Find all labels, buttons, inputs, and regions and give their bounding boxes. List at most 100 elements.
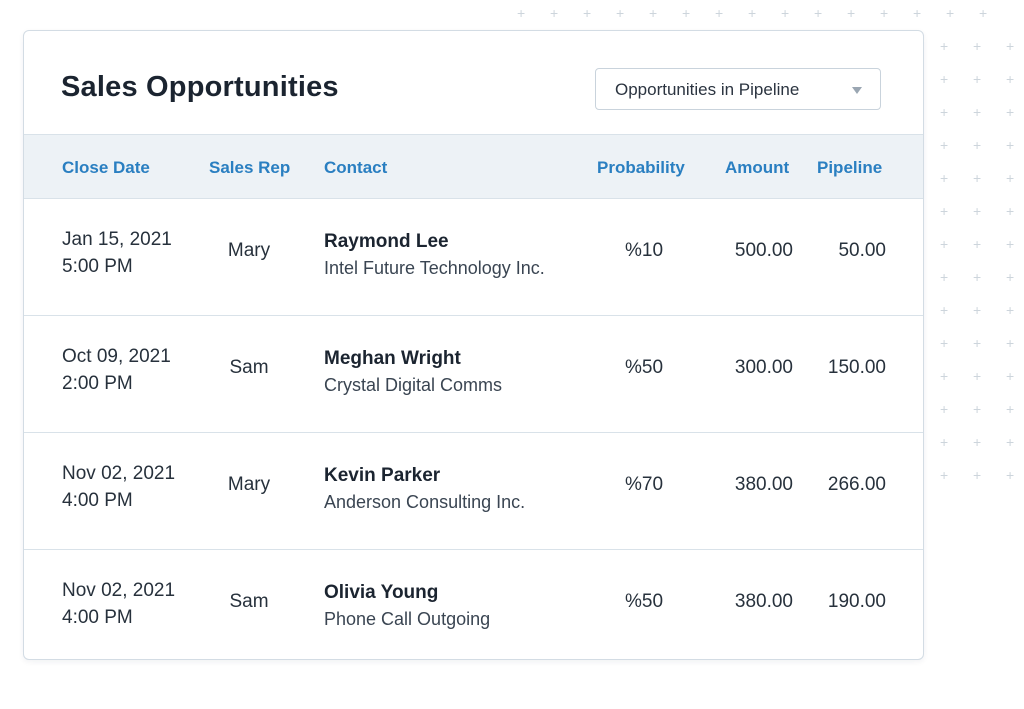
pipeline-cell: 50.00 <box>838 240 886 261</box>
plus-icon: + <box>550 5 559 21</box>
plus-icon: + <box>973 104 982 120</box>
contact-cell: Meghan Wright Crystal Digital Comms <box>324 345 502 399</box>
plus-icon: + <box>748 5 757 21</box>
plus-icon: + <box>1006 401 1015 417</box>
plus-icon: + <box>973 434 982 450</box>
column-header-contact[interactable]: Contact <box>324 158 387 178</box>
column-header-probability[interactable]: Probability <box>597 158 685 178</box>
plus-icon: + <box>973 203 982 219</box>
pipeline-filter-select[interactable]: Opportunities in Pipeline <box>595 68 881 110</box>
close-date-cell: Nov 02, 2021 4:00 PM <box>62 577 175 631</box>
amount-cell: 380.00 <box>734 474 793 495</box>
pipeline-cell: 266.00 <box>827 474 886 495</box>
plus-icon: + <box>847 5 856 21</box>
plus-icon: + <box>583 5 592 21</box>
probability-cell: %50 <box>624 591 664 612</box>
plus-icon: + <box>517 5 526 21</box>
table-row[interactable]: Oct 09, 2021 2:00 PM Sam Meghan Wright C… <box>24 316 923 433</box>
plus-icon: + <box>940 170 949 186</box>
plus-icon: + <box>1006 434 1015 450</box>
probability-cell: %70 <box>624 474 664 495</box>
sales-rep-cell: Sam <box>229 357 269 378</box>
select-value: Opportunities in Pipeline <box>615 80 800 99</box>
plus-icon: + <box>1006 203 1015 219</box>
close-date-cell: Jan 15, 2021 5:00 PM <box>62 226 172 280</box>
plus-icon: + <box>682 5 691 21</box>
plus-icon: + <box>973 401 982 417</box>
plus-icon: + <box>940 269 949 285</box>
plus-icon: + <box>781 5 790 21</box>
plus-icon: + <box>940 434 949 450</box>
plus-icon: + <box>940 467 949 483</box>
sales-rep-cell: Mary <box>227 474 271 495</box>
column-header-sales-rep[interactable]: Sales Rep <box>209 158 290 178</box>
plus-icon: + <box>940 335 949 351</box>
plus-icon: + <box>1006 236 1015 252</box>
amount-cell: 300.00 <box>734 357 793 378</box>
amount-cell: 500.00 <box>734 240 793 261</box>
plus-icon: + <box>1006 269 1015 285</box>
contact-company: Anderson Consulting Inc. <box>324 492 526 512</box>
contact-company: Crystal Digital Comms <box>324 375 503 395</box>
card-header: Sales Opportunities Opportunities in Pip… <box>24 31 923 135</box>
plus-icon: + <box>940 368 949 384</box>
contact-name: Kevin Parker <box>324 465 441 486</box>
plus-icon: + <box>946 5 955 21</box>
close-time: 5:00 PM <box>62 256 133 277</box>
plus-icon: + <box>1006 335 1015 351</box>
contact-cell: Raymond Lee Intel Future Technology Inc. <box>324 228 545 282</box>
page: + + + + + + + + + + + + + + + + + + + + + + + + + + + + + + + + + + + + + + + +… <box>0 0 1024 709</box>
table-header: Close Date Sales Rep Contact Probability… <box>24 135 923 199</box>
plus-icon: + <box>880 5 889 21</box>
table-row[interactable]: Nov 02, 2021 4:00 PM Sam Olivia Young Ph… <box>24 550 923 659</box>
plus-icon: + <box>973 38 982 54</box>
plus-icon: + <box>973 335 982 351</box>
plus-icon: + <box>940 137 949 153</box>
sales-opportunities-card: Sales Opportunities Opportunities in Pip… <box>23 30 924 660</box>
contact-cell: Kevin Parker Anderson Consulting Inc. <box>324 462 525 516</box>
close-date-cell: Oct 09, 2021 2:00 PM <box>62 343 171 397</box>
plus-icon: + <box>940 302 949 318</box>
close-time: 2:00 PM <box>62 373 133 394</box>
table-row[interactable]: Nov 02, 2021 4:00 PM Mary Kevin Parker A… <box>24 433 923 550</box>
plus-icon: + <box>973 236 982 252</box>
contact-name: Olivia Young <box>324 582 439 603</box>
probability-cell: %10 <box>624 240 664 261</box>
plus-icon: + <box>973 368 982 384</box>
column-header-amount[interactable]: Amount <box>725 158 789 178</box>
contact-name: Raymond Lee <box>324 231 449 252</box>
plus-icon: + <box>940 38 949 54</box>
plus-icon: + <box>973 269 982 285</box>
plus-icon: + <box>940 104 949 120</box>
plus-icon: + <box>649 5 658 21</box>
plus-icon: + <box>616 5 625 21</box>
caret-down-icon <box>852 87 862 94</box>
plus-icon: + <box>715 5 724 21</box>
sales-rep-cell: Mary <box>227 240 271 261</box>
close-time: 4:00 PM <box>62 490 133 511</box>
plus-icon: + <box>1006 38 1015 54</box>
amount-cell: 380.00 <box>734 591 793 612</box>
column-header-close-date[interactable]: Close Date <box>62 158 150 178</box>
plus-icon: + <box>940 71 949 87</box>
plus-icon: + <box>973 302 982 318</box>
plus-icon: + <box>973 71 982 87</box>
plus-icon: + <box>973 467 982 483</box>
probability-cell: %50 <box>624 357 664 378</box>
plus-icon: + <box>1006 302 1015 318</box>
column-header-pipeline[interactable]: Pipeline <box>817 158 882 178</box>
plus-icon: + <box>973 170 982 186</box>
plus-icon: + <box>1006 467 1015 483</box>
close-date: Jan 15, 2021 <box>62 229 172 250</box>
sales-rep-cell: Sam <box>229 591 269 612</box>
plus-icon: + <box>973 137 982 153</box>
plus-icon: + <box>1006 104 1015 120</box>
table-row[interactable]: Jan 15, 2021 5:00 PM Mary Raymond Lee In… <box>24 199 923 316</box>
plus-icon: + <box>940 236 949 252</box>
table-body: Jan 15, 2021 5:00 PM Mary Raymond Lee In… <box>24 199 923 659</box>
contact-name: Meghan Wright <box>324 348 461 369</box>
plus-icon: + <box>814 5 823 21</box>
plus-icon: + <box>1006 137 1015 153</box>
close-date-cell: Nov 02, 2021 4:00 PM <box>62 460 175 514</box>
plus-icon: + <box>979 5 988 21</box>
